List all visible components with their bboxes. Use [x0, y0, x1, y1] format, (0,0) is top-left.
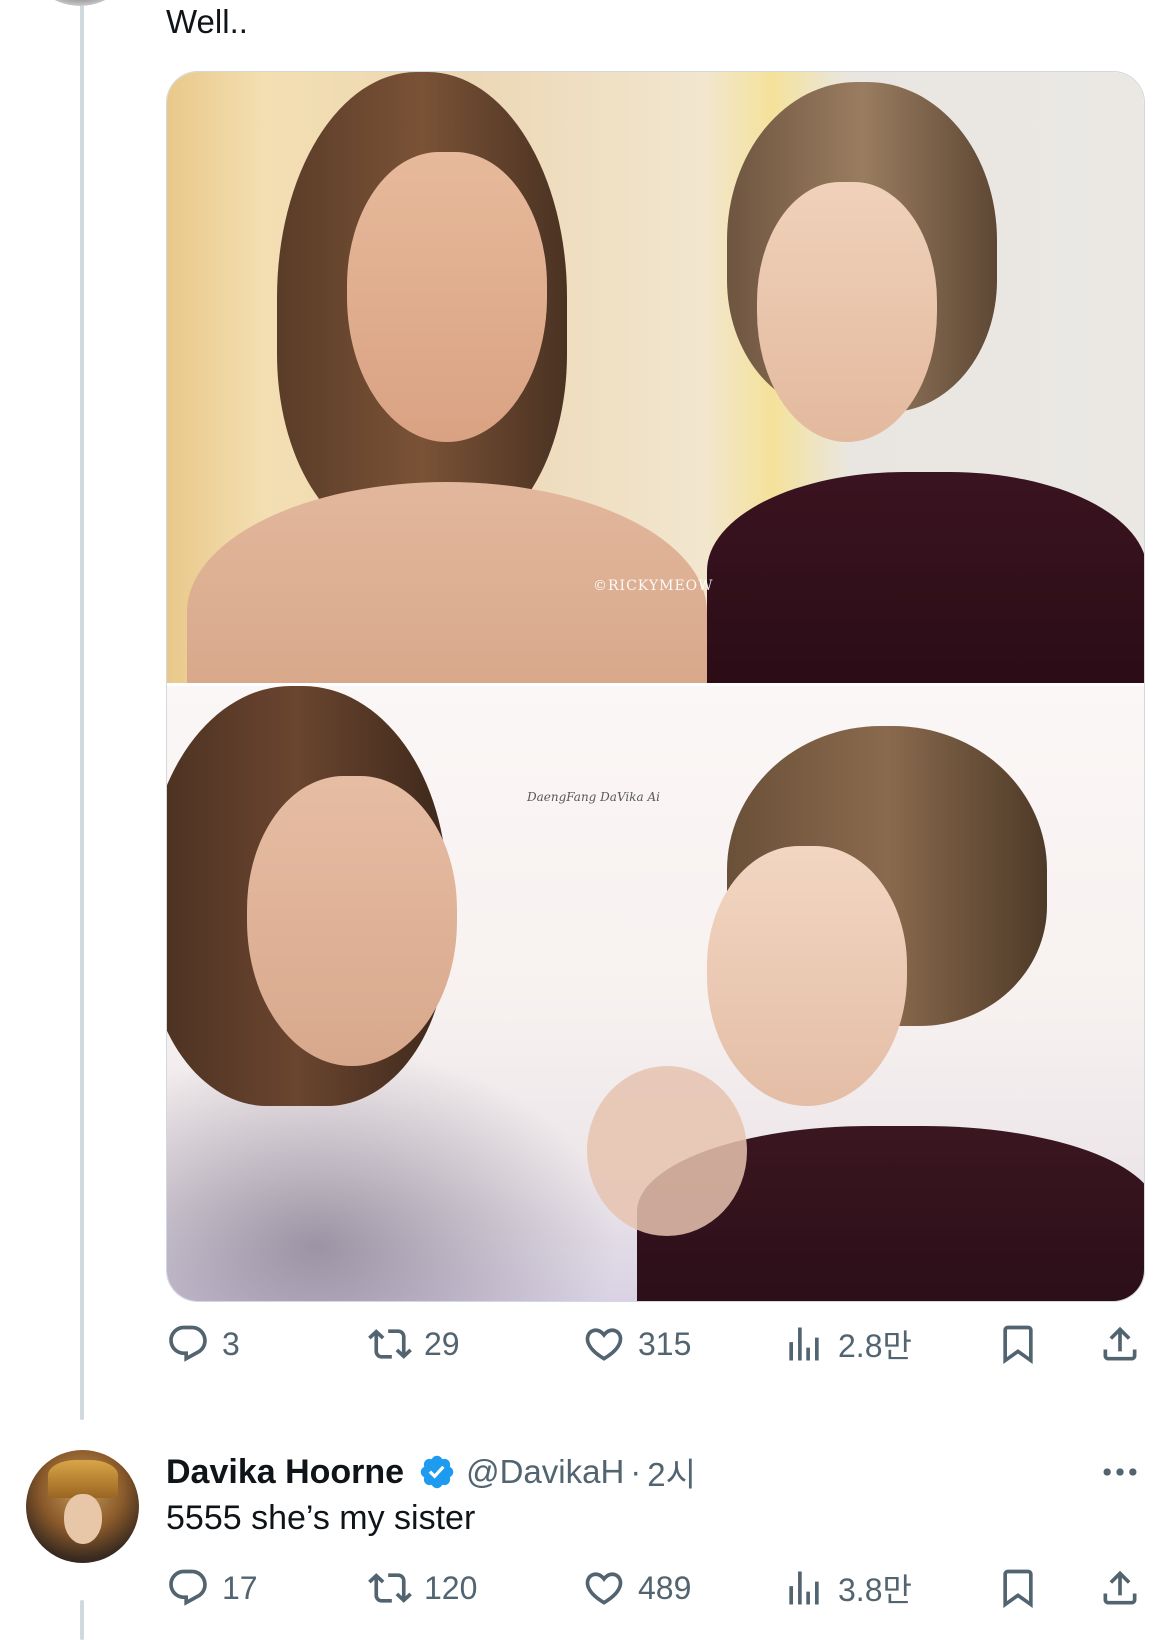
verified-badge-icon	[420, 1455, 454, 1489]
views-icon	[789, 1327, 819, 1361]
figure-hand	[587, 1066, 747, 1236]
reply-button[interactable]: 3	[166, 1320, 240, 1368]
reply-icon	[169, 1325, 207, 1362]
figure-dress	[707, 472, 1144, 683]
repost-button[interactable]: 29	[368, 1320, 460, 1368]
figure-face	[247, 776, 457, 1066]
like-count: 315	[638, 1325, 692, 1362]
views-count: 2.8만	[838, 1328, 912, 1364]
reply-timestamp[interactable]: 2시	[647, 1448, 696, 1496]
like-button[interactable]: 315	[582, 1320, 691, 1368]
reply-avatar[interactable]	[26, 1450, 139, 1563]
reply-header: Davika Hoorne @DavikaH · 2시	[166, 1448, 696, 1496]
photo-1[interactable]: ©RICKYMEOW	[167, 72, 1144, 683]
views-button[interactable]: 3.8만	[782, 1564, 912, 1612]
photo-watermark: DaengFang DaVika Ai	[527, 790, 660, 804]
repost-count: 120	[424, 1569, 478, 1606]
avatar[interactable]	[24, 0, 136, 6]
avatar-crown	[48, 1460, 118, 1498]
more-icon	[1103, 1468, 1137, 1476]
share-icon	[1103, 1570, 1137, 1605]
tweet-actions: 3 29 315 2.8만	[0, 1320, 1170, 1368]
reply-author-handle[interactable]: @DavikaH	[466, 1453, 624, 1491]
bookmark-icon	[1003, 1569, 1033, 1609]
figure-face	[347, 152, 547, 442]
reply-icon	[169, 1569, 207, 1606]
more-button[interactable]	[1098, 1450, 1142, 1494]
reply-actions: 17 120 489 3.8만	[0, 1564, 1170, 1612]
like-button[interactable]: 489	[582, 1564, 691, 1612]
views-count: 3.8만	[838, 1572, 912, 1608]
thread-line-top	[80, 0, 84, 1420]
reply-text: 5555 she’s my sister	[166, 1499, 476, 1537]
tweet-media[interactable]: ©RICKYMEOW DaengFang DaVika Ai	[166, 71, 1145, 1302]
share-button[interactable]	[1098, 1564, 1142, 1612]
bookmark-button[interactable]	[996, 1564, 1040, 1612]
repost-count: 29	[424, 1325, 460, 1362]
reply-button[interactable]: 17	[166, 1564, 258, 1612]
share-icon	[1103, 1326, 1137, 1361]
reply-count: 17	[222, 1569, 258, 1606]
tweet-text: Well..	[166, 3, 248, 40]
repost-icon	[368, 1329, 412, 1359]
reply-count: 3	[222, 1325, 240, 1362]
like-icon	[585, 1328, 623, 1361]
bookmark-icon	[1003, 1325, 1033, 1365]
views-button[interactable]: 2.8만	[782, 1320, 912, 1368]
figure-face	[707, 846, 907, 1106]
share-button[interactable]	[1098, 1320, 1142, 1368]
views-icon	[789, 1571, 819, 1605]
reply-author-name[interactable]: Davika Hoorne	[166, 1453, 404, 1492]
like-icon	[585, 1572, 623, 1605]
repost-button[interactable]: 120	[368, 1564, 477, 1612]
bookmark-button[interactable]	[996, 1320, 1040, 1368]
repost-icon	[368, 1573, 412, 1603]
avatar-face	[64, 1494, 102, 1544]
photo-2[interactable]: DaengFang DaVika Ai	[167, 686, 1144, 1301]
figure-face	[757, 182, 937, 442]
photo-watermark: ©RICKYMEOW	[593, 578, 714, 594]
like-count: 489	[638, 1569, 692, 1606]
separator-dot: ·	[630, 1453, 642, 1490]
